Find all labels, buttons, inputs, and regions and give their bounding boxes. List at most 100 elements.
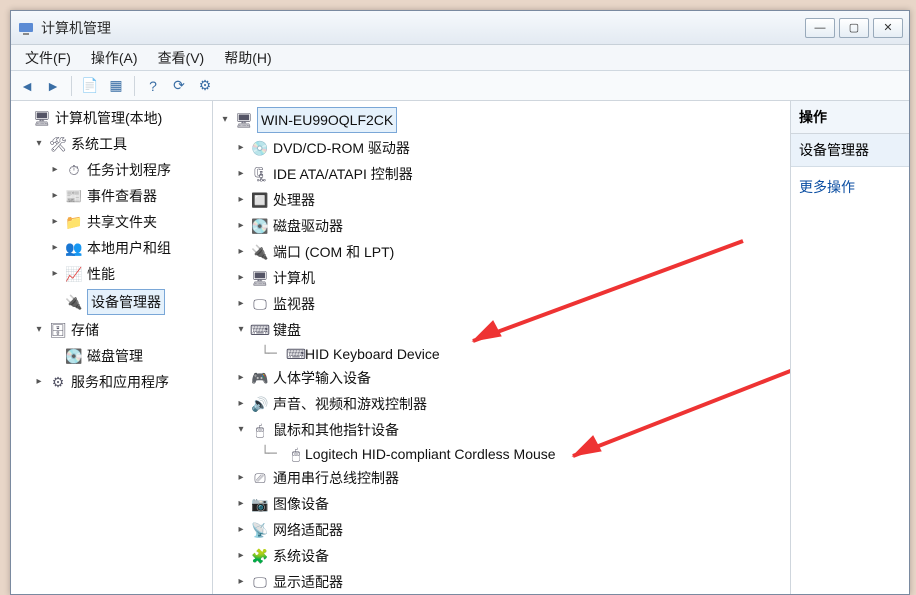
device-system-devices[interactable]: ▸ 🧩 系统设备 (231, 543, 788, 569)
tree-device-manager[interactable]: ▸ 🔌 设备管理器 (45, 287, 210, 317)
device-processors[interactable]: ▸ 🔲 处理器 (231, 187, 788, 213)
system-device-icon: 🧩 (251, 547, 269, 565)
tree-system-tools[interactable]: ▾ 🛠 系统工具 (29, 131, 210, 157)
tree-local-users[interactable]: ▸ 👥 本地用户和组 (45, 235, 210, 261)
ide-icon: 🗜 (251, 165, 269, 183)
tree-label: 本地用户和组 (87, 237, 171, 259)
pc-icon: 🖥 (251, 269, 269, 287)
monitor-icon: 🖵 (251, 295, 269, 313)
device-label: 人体学输入设备 (273, 367, 371, 389)
device-monitors[interactable]: ▸ 🖵 监视器 (231, 291, 788, 317)
expand-icon[interactable]: ▸ (235, 246, 247, 258)
back-button[interactable]: ◄ (15, 75, 39, 97)
device-mouse-child[interactable]: └─ 🖱 Logitech HID-compliant Cordless Mou… (231, 443, 788, 465)
tree-label: 共享文件夹 (87, 211, 157, 233)
device-dvd[interactable]: ▸ 💿 DVD/CD-ROM 驱动器 (231, 135, 788, 161)
tool-bar: ◄ ► 📄 ▦ ? ⟳ ⚙ (11, 71, 909, 101)
refresh-icon: ⚙ (199, 77, 212, 94)
menu-file[interactable]: 文件(F) (15, 46, 81, 70)
device-label: DVD/CD-ROM 驱动器 (273, 137, 410, 159)
up-button[interactable]: 📄 (78, 75, 102, 97)
device-tree-pane: ▾ 🖥 WIN-EU99OQLF2CK ▸ 💿 DVD/CD-ROM 驱动器 ▸… (213, 101, 791, 594)
device-mice[interactable]: ▾ 🖱 鼠标和其他指针设备 (231, 417, 788, 443)
device-network[interactable]: ▸ 📡 网络适配器 (231, 517, 788, 543)
expand-icon[interactable]: ▸ (235, 168, 247, 180)
menu-view[interactable]: 查看(V) (148, 46, 215, 70)
device-keyboards[interactable]: ▾ ⌨ 键盘 (231, 317, 788, 343)
storage-icon: 🗄 (49, 321, 67, 339)
expand-icon[interactable]: ▸ (33, 376, 45, 388)
tree-storage[interactable]: ▾ 🗄 存储 (29, 317, 210, 343)
display-adapter-icon: 🖵 (251, 573, 269, 591)
device-root[interactable]: ▾ 🖥 WIN-EU99OQLF2CK (215, 105, 788, 135)
scan-icon: ⟳ (173, 77, 185, 94)
collapse-icon[interactable]: ▾ (33, 324, 45, 336)
tree-root[interactable]: ▸ 🖥 计算机管理(本地) (13, 105, 210, 131)
maximize-button[interactable]: ▢ (839, 18, 869, 38)
event-icon: 📰 (65, 187, 83, 205)
menu-help[interactable]: 帮助(H) (214, 46, 281, 70)
tree-label: 磁盘管理 (87, 345, 143, 367)
properties-button[interactable]: ▦ (104, 75, 128, 97)
tree-services[interactable]: ▸ ⚙ 服务和应用程序 (29, 369, 210, 395)
close-button[interactable]: ✕ (873, 18, 903, 38)
expand-icon[interactable]: ▸ (235, 550, 247, 562)
expand-icon[interactable]: ▸ (235, 524, 247, 536)
tree-label: 事件查看器 (87, 185, 157, 207)
collapse-icon[interactable]: ▾ (219, 114, 231, 126)
expand-icon[interactable]: ▸ (235, 220, 247, 232)
actions-more-link[interactable]: 更多操作 (791, 167, 909, 207)
tree-performance[interactable]: ▸ 📈 性能 (45, 261, 210, 287)
forward-button[interactable]: ► (41, 75, 65, 97)
device-label: 通用串行总线控制器 (273, 467, 399, 489)
expand-icon[interactable]: ▸ (49, 216, 61, 228)
expand-icon[interactable]: ▸ (235, 498, 247, 510)
collapse-icon[interactable]: ▾ (235, 324, 247, 336)
expand-icon[interactable]: ▸ (235, 194, 247, 206)
expand-icon[interactable]: ▸ (49, 242, 61, 254)
device-usb[interactable]: ▸ ⎚ 通用串行总线控制器 (231, 465, 788, 491)
expand-icon[interactable]: ▸ (235, 472, 247, 484)
device-disk-drives[interactable]: ▸ 💽 磁盘驱动器 (231, 213, 788, 239)
scan-button[interactable]: ⟳ (167, 75, 191, 97)
device-label: 磁盘驱动器 (273, 215, 343, 237)
device-label: 图像设备 (273, 493, 329, 515)
device-imaging[interactable]: ▸ 📷 图像设备 (231, 491, 788, 517)
folder-icon: 📁 (65, 213, 83, 231)
device-root-label: WIN-EU99OQLF2CK (257, 107, 397, 133)
device-keyboard-child[interactable]: └─ ⌨ HID Keyboard Device (231, 343, 788, 365)
collapse-icon[interactable]: ▾ (235, 424, 247, 436)
menu-action[interactable]: 操作(A) (81, 46, 148, 70)
device-computers[interactable]: ▸ 🖥 计算机 (231, 265, 788, 291)
expand-icon[interactable]: ▸ (235, 142, 247, 154)
expand-icon[interactable]: ▸ (235, 398, 247, 410)
device-label: 系统设备 (273, 545, 329, 567)
minimize-button[interactable]: — (805, 18, 835, 38)
expand-icon[interactable]: ▸ (49, 164, 61, 176)
expand-icon[interactable]: ▸ (49, 190, 61, 202)
device-ide[interactable]: ▸ 🗜 IDE ATA/ATAPI 控制器 (231, 161, 788, 187)
dvd-icon: 💿 (251, 139, 269, 157)
expand-icon[interactable]: ▸ (49, 268, 61, 280)
tree-event-viewer[interactable]: ▸ 📰 事件查看器 (45, 183, 210, 209)
keyboard-icon: ⌨ (251, 321, 269, 339)
device-sound[interactable]: ▸ 🔊 声音、视频和游戏控制器 (231, 391, 788, 417)
title-bar: 计算机管理 — ▢ ✕ (11, 11, 909, 45)
expand-icon[interactable]: ▸ (235, 372, 247, 384)
expand-icon[interactable]: ▸ (235, 576, 247, 588)
tree-task-scheduler[interactable]: ▸ ⏱ 任务计划程序 (45, 157, 210, 183)
expand-icon[interactable]: ▸ (235, 298, 247, 310)
folder-up-icon: 📄 (81, 77, 98, 94)
device-hid[interactable]: ▸ 🎮 人体学输入设备 (231, 365, 788, 391)
tree-shared-folders[interactable]: ▸ 📁 共享文件夹 (45, 209, 210, 235)
refresh-button[interactable]: ⚙ (193, 75, 217, 97)
expand-icon[interactable]: ▸ (235, 272, 247, 284)
tools-icon: 🛠 (49, 135, 67, 153)
device-display[interactable]: ▸ 🖵 显示适配器 (231, 569, 788, 594)
collapse-icon[interactable]: ▾ (33, 138, 45, 150)
window-controls: — ▢ ✕ (805, 18, 903, 38)
help-button[interactable]: ? (141, 75, 165, 97)
device-ports[interactable]: ▸ 🔌 端口 (COM 和 LPT) (231, 239, 788, 265)
tree-disk-mgmt[interactable]: ▸ 💽 磁盘管理 (45, 343, 210, 369)
device-label: HID Keyboard Device (305, 343, 440, 365)
